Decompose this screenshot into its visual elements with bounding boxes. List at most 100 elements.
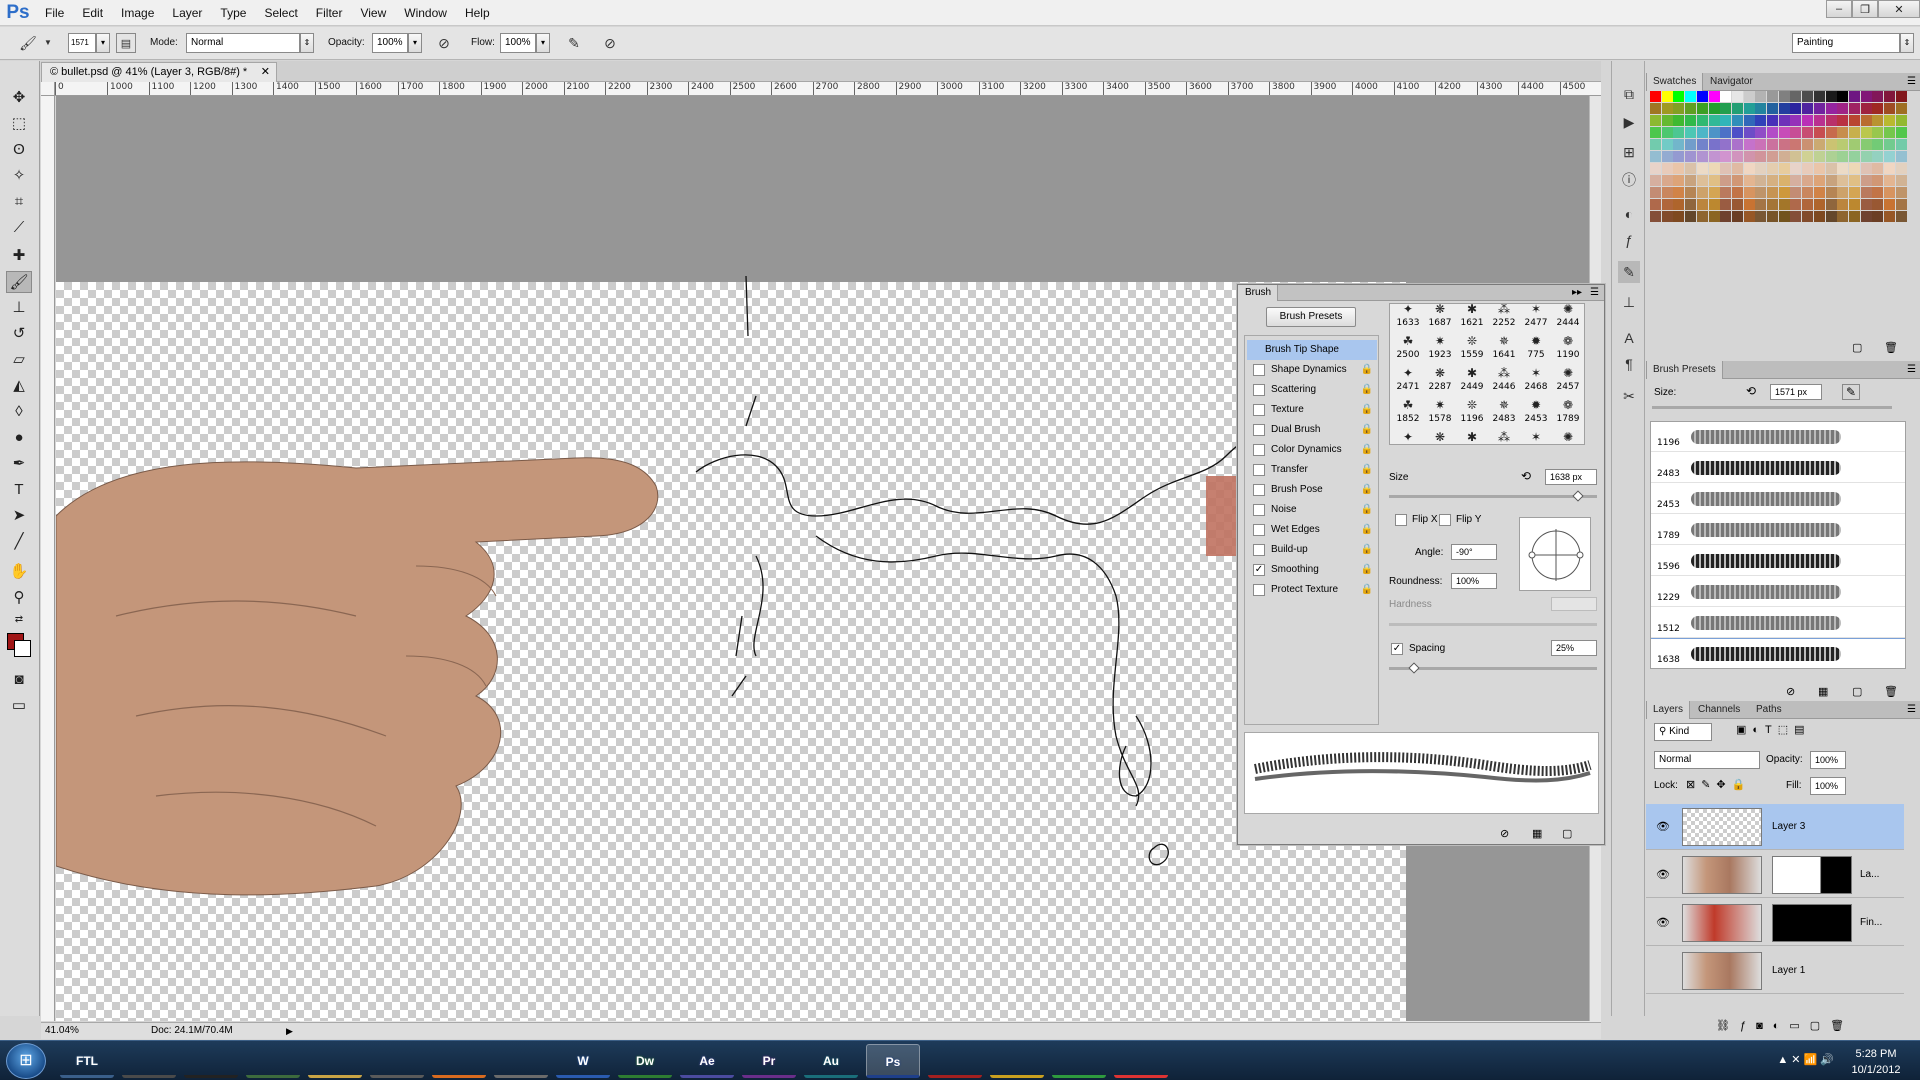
restore-button[interactable]: ❐: [1852, 0, 1878, 18]
screen-mode-icon[interactable]: ▭: [6, 695, 32, 717]
blur-tool-icon[interactable]: ◊: [6, 401, 32, 423]
swatch[interactable]: [1848, 151, 1860, 162]
flip-x-checkbox[interactable]: [1395, 514, 1407, 526]
swatch[interactable]: [1720, 151, 1732, 162]
brush-tip[interactable]: ✹ 775: [1520, 332, 1552, 364]
swatch[interactable]: [1661, 199, 1673, 210]
swatch[interactable]: [1755, 103, 1767, 114]
swatch[interactable]: [1895, 127, 1907, 138]
brush-tip-grid[interactable]: ✦ 1633 ❋ 1687 ✱ 1621 ⁂ 2252 ✶ 2477 ✺ 2444 ☘ 2500 ✷ 1923…: [1389, 303, 1585, 445]
swatch[interactable]: [1696, 175, 1708, 186]
swatch[interactable]: [1720, 187, 1732, 198]
panel-menu-icon[interactable]: ☰: [1590, 285, 1599, 301]
brush-preset-item[interactable]: 1512: [1651, 608, 1905, 638]
brush-tip[interactable]: ☘ 1852: [1392, 396, 1424, 428]
swatch[interactable]: [1755, 175, 1767, 186]
swatch[interactable]: [1673, 91, 1685, 102]
swatch[interactable]: [1731, 175, 1743, 186]
swatch[interactable]: [1790, 163, 1802, 174]
swatch[interactable]: [1837, 115, 1849, 126]
option-checkbox[interactable]: [1253, 364, 1265, 376]
swatch[interactable]: [1720, 139, 1732, 150]
brush-presets-button[interactable]: Brush Presets: [1266, 307, 1356, 327]
swatch[interactable]: [1802, 115, 1814, 126]
swatch[interactable]: [1650, 139, 1661, 150]
swatch[interactable]: [1685, 115, 1697, 126]
lock-icon[interactable]: 🔒: [1361, 400, 1373, 420]
taskbar-app[interactable]: [928, 1044, 982, 1078]
menu-view[interactable]: View: [351, 0, 395, 26]
brush-tip[interactable]: ❋ 1687: [1424, 304, 1456, 332]
pressure-size-icon[interactable]: ⊘: [600, 33, 620, 53]
info-icon[interactable]: ⓘ: [1618, 169, 1640, 191]
swatch[interactable]: [1650, 175, 1661, 186]
swatch[interactable]: [1685, 151, 1697, 162]
swatch[interactable]: [1872, 175, 1884, 186]
swatch[interactable]: [1884, 199, 1895, 210]
taskbar-app[interactable]: Pr: [742, 1044, 796, 1078]
menu-file[interactable]: File: [36, 0, 73, 26]
menu-window[interactable]: Window: [395, 0, 456, 26]
swatch[interactable]: [1661, 163, 1673, 174]
swatch[interactable]: [1872, 103, 1884, 114]
swatch[interactable]: [1872, 187, 1884, 198]
paint-bucket-tool-icon[interactable]: ◭: [6, 375, 32, 397]
swatch[interactable]: [1825, 115, 1837, 126]
swatch[interactable]: [1685, 91, 1697, 102]
swatch[interactable]: [1872, 211, 1884, 222]
taskbar-app[interactable]: [246, 1044, 300, 1078]
swatch[interactable]: [1790, 139, 1802, 150]
swatch[interactable]: [1895, 115, 1907, 126]
history-brush-tool-icon[interactable]: ↺: [6, 323, 32, 345]
swatch[interactable]: [1860, 151, 1872, 162]
option-checkbox[interactable]: [1253, 544, 1265, 556]
swatch[interactable]: [1767, 187, 1778, 198]
brush-preset-item[interactable]: 1596: [1651, 546, 1905, 576]
status-menu-arrow-icon[interactable]: ▶: [286, 1023, 293, 1039]
swatch[interactable]: [1650, 91, 1661, 102]
brush-panel-toggle-icon[interactable]: ✎: [1842, 384, 1860, 400]
swatch[interactable]: [1767, 91, 1778, 102]
brush-tip[interactable]: ✶ 2468: [1520, 364, 1552, 396]
swatch[interactable]: [1650, 187, 1661, 198]
taskbar-app[interactable]: [432, 1044, 486, 1078]
swatch[interactable]: [1650, 163, 1661, 174]
taskbar-app[interactable]: [494, 1044, 548, 1078]
brush-tip[interactable]: ❋ 2287: [1424, 364, 1456, 396]
swatch[interactable]: [1837, 187, 1849, 198]
swatch[interactable]: [1778, 199, 1790, 210]
swatch[interactable]: [1650, 103, 1661, 114]
swatch[interactable]: [1825, 103, 1837, 114]
brush-tip[interactable]: ❊ 1196: [1456, 396, 1488, 428]
swatch[interactable]: [1696, 211, 1708, 222]
brush-tip[interactable]: ✹ 2453: [1520, 396, 1552, 428]
swatch[interactable]: [1731, 187, 1743, 198]
brush-panel-icon[interactable]: ✎: [1618, 261, 1640, 283]
visibility-eye-icon[interactable]: [1656, 964, 1670, 978]
swatch[interactable]: [1661, 127, 1673, 138]
swatch[interactable]: [1731, 139, 1743, 150]
swatch[interactable]: [1848, 139, 1860, 150]
background-color-swatch[interactable]: [14, 640, 31, 657]
swatch[interactable]: [1860, 187, 1872, 198]
swatch[interactable]: [1848, 103, 1860, 114]
swatch[interactable]: [1778, 163, 1790, 174]
document-tab[interactable]: © bullet.psd @ 41% (Layer 3, RGB/8#) * ✕: [41, 62, 277, 82]
delete-swatch-icon[interactable]: 🗑: [1884, 341, 1898, 354]
grid-icon[interactable]: ▦: [1532, 827, 1542, 840]
flow-field[interactable]: 100%: [500, 33, 536, 53]
swatch[interactable]: [1813, 151, 1825, 162]
layer-filter-icons[interactable]: ▣◐T⬚▤: [1736, 723, 1811, 736]
brush-tool-preset-icon[interactable]: 🖌: [18, 33, 38, 53]
swatch[interactable]: [1884, 211, 1895, 222]
spacing-field[interactable]: 25%: [1551, 640, 1597, 656]
swatch[interactable]: [1685, 103, 1697, 114]
new-swatch-icon[interactable]: ▢: [1852, 341, 1862, 354]
layer-mask-thumbnail[interactable]: [1772, 904, 1852, 942]
swatch[interactable]: [1872, 199, 1884, 210]
ruler-origin[interactable]: [41, 82, 55, 96]
layer-filter-kind[interactable]: ⚲ Kind: [1654, 723, 1712, 741]
menu-type[interactable]: Type: [211, 0, 255, 26]
brush-option-dual-brush[interactable]: 🔒 Dual Brush: [1247, 420, 1377, 440]
swatch[interactable]: [1837, 139, 1849, 150]
